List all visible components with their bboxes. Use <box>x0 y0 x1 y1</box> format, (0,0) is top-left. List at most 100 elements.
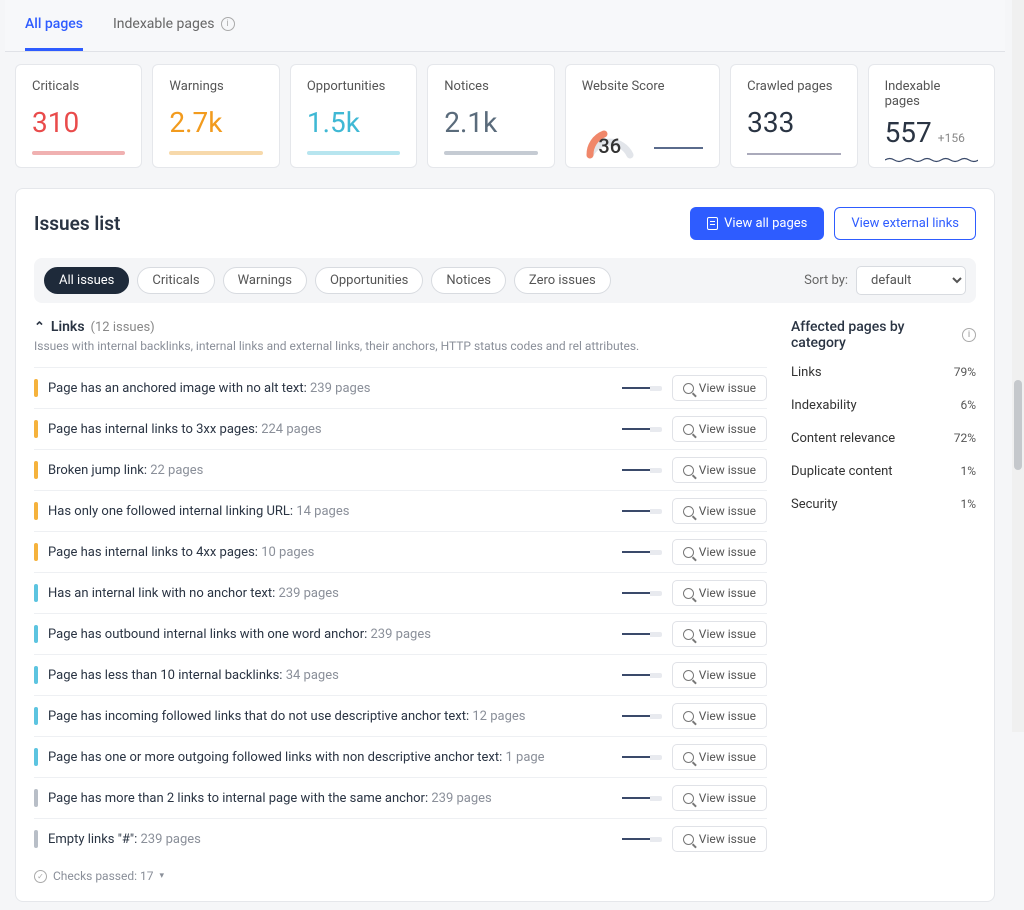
issue-text[interactable]: Page has incoming followed links that do… <box>48 709 612 724</box>
filter-pill-all-issues[interactable]: All issues <box>44 267 129 294</box>
view-issue-button[interactable]: View issue <box>672 580 767 606</box>
search-icon <box>683 629 694 640</box>
view-issue-button[interactable]: View issue <box>672 498 767 524</box>
search-icon <box>683 424 694 435</box>
filter-pill-zero-issues[interactable]: Zero issues <box>514 267 611 294</box>
checks-passed[interactable]: ✓ Checks passed: 17 ▾ <box>34 869 767 883</box>
view-issue-button[interactable]: View issue <box>672 703 767 729</box>
filter-pill-criticals[interactable]: Criticals <box>137 267 214 294</box>
issue-text[interactable]: Page has outbound internal links with on… <box>48 627 612 642</box>
metric-card[interactable]: Opportunities 1.5k <box>290 64 417 168</box>
metric-card[interactable]: Warnings 2.7k <box>152 64 279 168</box>
card-value: 2.1k <box>444 109 537 137</box>
category-name: Indexability <box>791 398 857 413</box>
filter-pill-opportunities[interactable]: Opportunities <box>315 267 423 294</box>
issue-text[interactable]: Has only one followed internal linking U… <box>48 504 612 519</box>
issue-text[interactable]: Has an internal link with no anchor text… <box>48 586 612 601</box>
issue-text[interactable]: Page has an anchored image with no alt t… <box>48 381 612 396</box>
view-issue-button[interactable]: View issue <box>672 744 767 770</box>
severity-indicator <box>34 666 38 684</box>
category-row[interactable]: Indexability 6% <box>791 398 976 421</box>
category-bar <box>791 450 976 454</box>
search-icon <box>683 547 694 558</box>
issue-text[interactable]: Page has less than 10 internal backlinks… <box>48 668 612 683</box>
issue-text[interactable]: Empty links "#": 239 pages <box>48 832 612 847</box>
card-title: Criticals <box>32 79 125 94</box>
category-percent: 6% <box>960 398 976 413</box>
category-percent: 72% <box>954 431 976 446</box>
card-title: Indexable pages <box>885 79 978 109</box>
info-icon[interactable]: i <box>221 17 235 31</box>
view-issue-button[interactable]: View issue <box>672 457 767 483</box>
category-bar <box>791 417 976 421</box>
sort-select[interactable]: default <box>856 266 966 295</box>
category-row[interactable]: Links79% <box>791 365 976 388</box>
scrollbar[interactable] <box>1012 0 1024 732</box>
issue-text[interactable]: Page has more than 2 links to internal p… <box>48 791 612 806</box>
crawled-pages-card[interactable]: Crawled pages 333 <box>730 64 857 168</box>
sparkline <box>885 149 978 155</box>
search-icon <box>683 711 694 722</box>
severity-indicator <box>34 461 38 479</box>
view-issue-button[interactable]: View issue <box>672 662 767 688</box>
issue-text[interactable]: Page has internal links to 4xx pages: 10… <box>48 545 612 560</box>
issue-text[interactable]: Broken jump link: 22 pages <box>48 463 612 478</box>
view-issue-button[interactable]: View issue <box>672 621 767 647</box>
trend-sparkline <box>622 425 662 433</box>
filter-pill-notices[interactable]: Notices <box>431 267 506 294</box>
section-description: Issues with internal backlinks, internal… <box>34 339 767 353</box>
chevron-down-icon: ▾ <box>159 871 164 881</box>
issue-text[interactable]: Page has internal links to 3xx pages: 22… <box>48 422 612 437</box>
severity-indicator <box>34 543 38 561</box>
category-bar <box>791 384 976 388</box>
issue-row: Has only one followed internal linking U… <box>34 490 767 531</box>
severity-indicator <box>34 830 38 848</box>
issue-page-count: 239 pages <box>140 832 200 847</box>
card-title: Warnings <box>169 79 262 94</box>
severity-indicator <box>34 748 38 766</box>
scroll-thumb[interactable] <box>1014 380 1022 470</box>
view-issue-button[interactable]: View issue <box>672 416 767 442</box>
view-all-pages-button[interactable]: View all pages <box>690 207 824 240</box>
issue-row: Page has less than 10 internal backlinks… <box>34 654 767 695</box>
website-score-card[interactable]: Website Score 36 <box>565 64 720 168</box>
severity-indicator <box>34 502 38 520</box>
issue-row: Page has incoming followed links that do… <box>34 695 767 736</box>
filter-pill-warnings[interactable]: Warnings <box>223 267 307 294</box>
category-row[interactable]: Content relevance72% <box>791 431 976 454</box>
card-value: 310 <box>32 109 125 137</box>
search-icon <box>683 752 694 763</box>
issue-page-count: 239 pages <box>310 381 370 396</box>
category-bar <box>791 516 976 520</box>
issue-text[interactable]: Page has one or more outgoing followed l… <box>48 750 612 765</box>
view-external-links-button[interactable]: View external links <box>834 207 976 240</box>
category-name: Links <box>791 365 822 380</box>
section-name: Links <box>51 319 85 335</box>
view-issue-button[interactable]: View issue <box>672 375 767 401</box>
search-icon <box>683 670 694 681</box>
metric-card[interactable]: Criticals 310 <box>15 64 142 168</box>
card-value: 1.5k <box>307 109 400 137</box>
view-issue-button[interactable]: View issue <box>672 785 767 811</box>
info-icon[interactable]: i <box>962 328 976 342</box>
category-name: Duplicate content <box>791 464 893 479</box>
issue-row: Has an internal link with no anchor text… <box>34 572 767 613</box>
severity-indicator <box>34 420 38 438</box>
metric-card[interactable]: Notices 2.1k <box>427 64 554 168</box>
tab-indexable-pages[interactable]: Indexable pages i <box>113 0 235 51</box>
card-value: 557+156 <box>885 119 978 147</box>
issue-page-count: 14 pages <box>296 504 349 519</box>
indexable-pages-card[interactable]: Indexable pages 557+156 <box>868 64 995 168</box>
view-issue-button[interactable]: View issue <box>672 826 767 852</box>
tab-all-pages[interactable]: All pages <box>25 0 83 51</box>
issue-page-count: 34 pages <box>286 668 339 683</box>
categories-title: Affected pages by category <box>791 319 962 351</box>
search-icon <box>683 383 694 394</box>
category-row[interactable]: Duplicate content1% <box>791 464 976 487</box>
category-row[interactable]: Security1% <box>791 497 976 520</box>
card-title: Crawled pages <box>747 79 840 94</box>
sparkline <box>444 151 537 155</box>
issues-list-title: Issues list <box>34 212 120 235</box>
section-toggle-links[interactable]: ⌃ Links (12 issues) <box>34 319 767 335</box>
view-issue-button[interactable]: View issue <box>672 539 767 565</box>
